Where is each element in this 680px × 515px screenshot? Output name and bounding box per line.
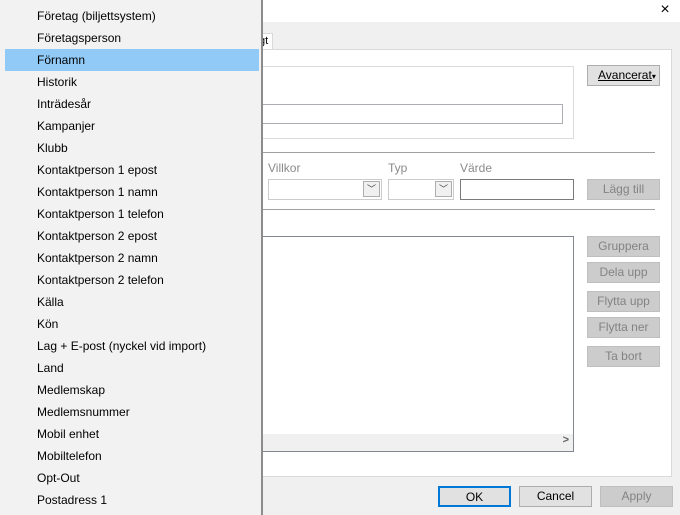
menu-item[interactable]: Kontaktperson 2 epost [5, 225, 259, 247]
condition-select[interactable]: ﹀ [268, 179, 382, 200]
horizontal-scrollbar[interactable]: > [241, 434, 573, 451]
ok-button[interactable]: OK [438, 486, 511, 507]
delete-button[interactable]: Ta bort [587, 346, 660, 367]
split-button[interactable]: Dela upp [587, 262, 660, 283]
menu-item[interactable]: Företagsperson [5, 27, 259, 49]
scroll-right-icon[interactable]: > [563, 434, 569, 446]
menu-item[interactable]: Mobiltelefon [5, 445, 259, 467]
group-box [230, 66, 574, 139]
menu-item[interactable]: Lag + E-post (nyckel vid import) [5, 335, 259, 357]
menu-item[interactable]: Inträdesår [5, 93, 259, 115]
move-down-button[interactable]: Flytta ner [587, 317, 660, 338]
menu-item[interactable]: Förnamn [5, 49, 259, 71]
group-button[interactable]: Gruppera [587, 236, 660, 257]
advanced-label: Avancerat [598, 68, 652, 82]
type-select[interactable]: ﹀ [388, 179, 454, 200]
menu-item[interactable]: Kontaktperson 1 epost [5, 159, 259, 181]
value-input[interactable] [460, 179, 574, 200]
menu-item[interactable]: Kontaktperson 1 telefon [5, 203, 259, 225]
divider [240, 152, 655, 153]
value-label: Värde [460, 161, 493, 175]
menu-item[interactable]: Kontaktperson 2 telefon [5, 269, 259, 291]
menu-item[interactable]: Historik [5, 71, 259, 93]
menu-item[interactable]: Medlemskap [5, 379, 259, 401]
condition-label: Villkor [268, 161, 301, 175]
advanced-button[interactable]: Avancerat▾ [587, 65, 660, 86]
move-up-button[interactable]: Flytta upp [587, 291, 660, 312]
chevron-down-icon[interactable]: ﹀ [363, 181, 380, 197]
menu-item[interactable]: Källa [5, 291, 259, 313]
menu-item[interactable]: Opt-Out [5, 467, 259, 489]
menu-item[interactable]: Företag (biljettsystem) [5, 5, 259, 27]
condition-list[interactable]: > [240, 236, 574, 452]
chevron-down-icon[interactable]: ﹀ [435, 181, 452, 197]
menu-item[interactable]: Kontaktperson 2 namn [5, 247, 259, 269]
menu-item[interactable]: Kampanjer [5, 115, 259, 137]
menu-item[interactable]: Klubb [5, 137, 259, 159]
apply-button[interactable]: Apply [600, 486, 673, 507]
expression-field[interactable] [240, 104, 563, 124]
field-dropdown-menu: Företag (biljettsystem) Företagsperson För… [0, 0, 263, 515]
menu-item[interactable]: Land [5, 357, 259, 379]
type-label: Typ [388, 161, 408, 175]
divider [240, 209, 655, 210]
menu-item[interactable]: Kön [5, 313, 259, 335]
menu-item[interactable]: Mobil enhet [5, 423, 259, 445]
close-icon[interactable]: × [655, 0, 675, 20]
menu-item[interactable]: Postadress 1 [5, 489, 259, 511]
dropdown-arrow-icon: ▾ [651, 72, 656, 81]
menu-item[interactable]: Kontaktperson 1 namn [5, 181, 259, 203]
cancel-button[interactable]: Cancel [519, 486, 592, 507]
menu-item[interactable]: Medlemsnummer [5, 401, 259, 423]
add-button[interactable]: Lägg till [587, 179, 660, 200]
